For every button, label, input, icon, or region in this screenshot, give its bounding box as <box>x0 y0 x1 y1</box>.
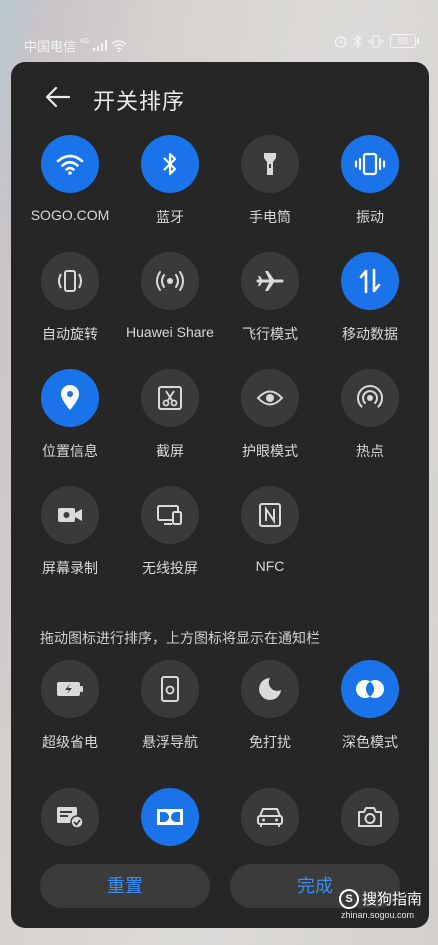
tile-vibrate[interactable]: 振动 <box>320 135 420 227</box>
tile-label: 截屏 <box>156 443 184 459</box>
tile-screenshot[interactable]: 截屏 <box>120 369 220 461</box>
tile-car[interactable] <box>220 788 320 846</box>
tile-label: 蓝牙 <box>156 209 184 225</box>
screenshot-icon <box>141 369 199 427</box>
card-check-icon <box>41 788 99 846</box>
wireless-projection-icon <box>141 486 199 544</box>
tile-airplane[interactable]: 飞行模式 <box>220 252 320 344</box>
tile-super-power-saving[interactable]: 超级省电 <box>20 660 120 752</box>
tile-nfc[interactable]: NFC <box>220 486 320 574</box>
tile-label: 飞行模式 <box>242 326 298 342</box>
status-icons: 89 <box>334 34 419 48</box>
tile-label: 免打扰 <box>249 734 291 750</box>
status-bar: 中国电信 4G 89 <box>0 0 438 60</box>
wifi-status-icon <box>111 39 127 52</box>
alarm-icon <box>334 35 347 48</box>
flashlight-icon <box>241 135 299 193</box>
tile-auto-rotate[interactable]: 自动旋转 <box>20 252 120 344</box>
vibrate-icon <box>341 135 399 193</box>
airplane-icon <box>241 252 299 310</box>
floating-nav-icon <box>141 660 199 718</box>
tile-flashlight[interactable]: 手电筒 <box>220 135 320 227</box>
wifi-icon <box>41 135 99 193</box>
bluetooth-status-icon <box>353 34 362 48</box>
tile-location[interactable]: 位置信息 <box>20 369 120 461</box>
tile-eye-comfort[interactable]: 护眼模式 <box>220 369 320 461</box>
screen-record-icon <box>41 486 99 544</box>
tile-label: Huawei Share <box>126 324 214 340</box>
tile-dark-mode[interactable]: 深色模式 <box>320 660 420 752</box>
back-arrow-icon[interactable] <box>43 82 73 112</box>
huawei-share-icon <box>141 252 199 310</box>
tile-label: 热点 <box>356 443 384 459</box>
sogou-logo-icon: S <box>339 888 359 909</box>
location-icon <box>41 369 99 427</box>
camera-icon <box>341 788 399 846</box>
dolby-icon <box>141 788 199 846</box>
battery-saver-icon <box>41 660 99 718</box>
tile-screen-record[interactable]: 屏幕录制 <box>20 486 120 578</box>
tile-label: 自动旋转 <box>42 326 98 342</box>
tile-label: 手电筒 <box>249 209 291 225</box>
page-title: 开关排序 <box>93 89 186 114</box>
tile-label: 移动数据 <box>342 326 398 342</box>
tile-label: 振动 <box>356 209 384 225</box>
tile-label: 悬浮导航 <box>142 734 198 750</box>
tile-dolby[interactable] <box>120 788 220 846</box>
tile-label: NFC <box>255 558 285 574</box>
moon-icon <box>241 660 299 718</box>
tile-label: 护眼模式 <box>242 443 298 459</box>
tile-card-check[interactable] <box>20 788 120 846</box>
tile-mobile-data[interactable]: 移动数据 <box>320 252 420 344</box>
tile-label: SOGO.COM <box>30 207 110 223</box>
car-icon <box>241 788 299 846</box>
tile-hotspot[interactable]: 热点 <box>320 369 420 461</box>
watermark-brand: 搜狗指南 <box>362 891 423 908</box>
tile-label: 深色模式 <box>342 734 398 750</box>
hotspot-icon <box>341 369 399 427</box>
watermark-url: zhinan.sogou.com <box>341 910 415 920</box>
tile-huawei-share[interactable]: Huawei Share <box>120 252 220 340</box>
vibrate-status-icon <box>368 34 384 48</box>
tile-floating-nav[interactable]: 悬浮导航 <box>120 660 220 752</box>
tile-wireless-projection[interactable]: 无线投屏 <box>120 486 220 578</box>
drag-hint-text: 拖动图标进行排序，上方图标将显示在通知栏 <box>40 630 320 646</box>
tile-wifi[interactable]: SOGO.COM <box>20 135 120 223</box>
mobile-data-icon <box>341 252 399 310</box>
header: 开关排序 <box>11 62 429 134</box>
reset-button[interactable]: 重置 <box>40 864 210 908</box>
dark-mode-icon <box>341 660 399 718</box>
tile-do-not-disturb[interactable]: 免打扰 <box>220 660 320 752</box>
network-type: 4G <box>80 38 90 45</box>
switch-sort-panel: 开关排序 SOGO.COM 蓝牙 手电筒 振动 自动旋转 Huawei Shar… <box>11 62 429 928</box>
tile-label: 超级省电 <box>42 734 98 750</box>
signal-icon <box>93 40 108 51</box>
tile-label: 无线投屏 <box>142 560 198 576</box>
auto-rotate-icon <box>41 252 99 310</box>
tile-bluetooth[interactable]: 蓝牙 <box>120 135 220 227</box>
tile-label: 屏幕录制 <box>42 560 98 576</box>
tile-camera[interactable] <box>320 788 420 846</box>
tile-label: 位置信息 <box>42 443 98 459</box>
carrier-name: 中国电信 <box>24 39 77 54</box>
sogou-watermark: S 搜狗指南 zhinan.sogou.com <box>339 888 422 920</box>
battery-icon: 89 <box>390 34 419 48</box>
bluetooth-icon <box>141 135 199 193</box>
nfc-icon <box>241 486 299 544</box>
carrier-info: 中国电信 4G <box>24 36 127 55</box>
eye-icon <box>241 369 299 427</box>
